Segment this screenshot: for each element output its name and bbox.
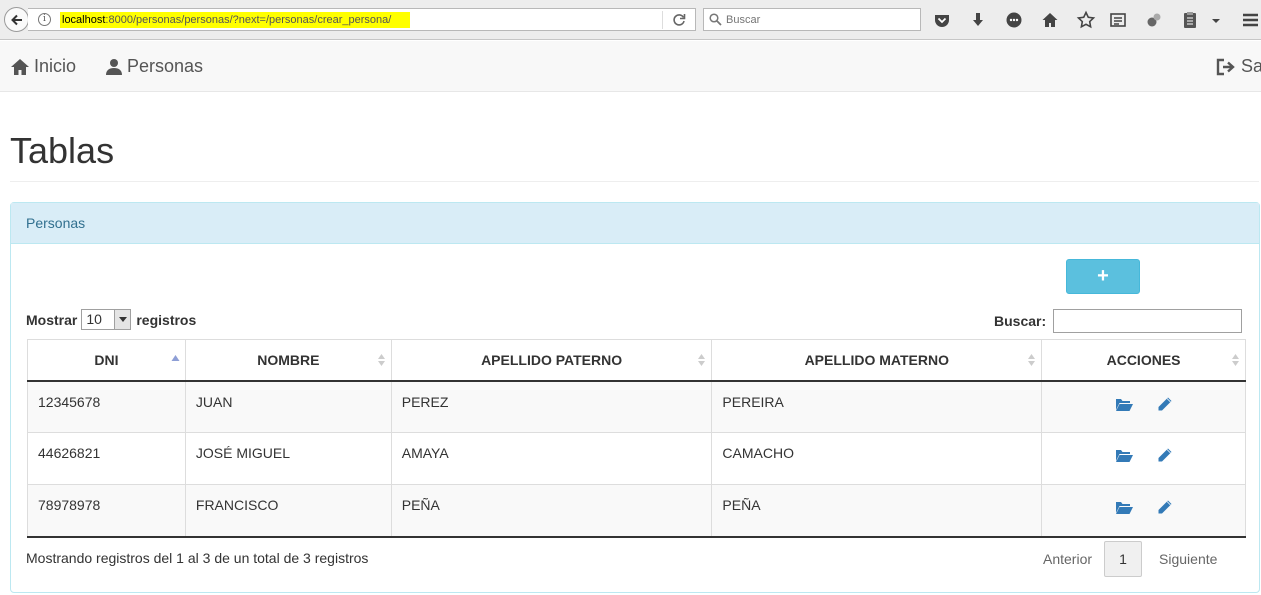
nav-personas-link[interactable]: Personas — [105, 41, 203, 92]
pagination-page[interactable]: 1 — [1104, 541, 1143, 577]
menu-icon[interactable] — [1240, 10, 1260, 30]
cell-apellido-materno: CAMACHO — [711, 432, 1043, 485]
user-icon — [106, 58, 122, 75]
logout-icon — [1216, 58, 1235, 75]
column-header-label: APELLIDO PATERNO — [481, 351, 623, 368]
sort-ascending-icon — [171, 355, 180, 361]
column-header-dni[interactable]: DNI — [27, 339, 186, 382]
browser-search-box[interactable] — [703, 8, 921, 31]
sort-both-icon — [1028, 354, 1036, 366]
open-folder-icon[interactable] — [1115, 447, 1133, 466]
filter-label: Buscar: — [994, 313, 1047, 329]
pocket-icon[interactable] — [932, 10, 952, 30]
info-icon[interactable]: i — [38, 13, 51, 26]
table-search-input[interactable] — [1053, 309, 1243, 333]
column-header-apellido-materno[interactable]: APELLIDO MATERNO — [711, 339, 1043, 382]
table-header-row: DNI NOMBRE APELLIDO PATERNO APELLIDO MAT… — [27, 339, 1246, 382]
cell-dni: 44626821 — [27, 432, 186, 485]
reading-list-icon[interactable] — [1108, 10, 1128, 30]
extension-icon[interactable] — [1144, 10, 1164, 30]
dropdown-arrow-icon[interactable] — [1208, 10, 1228, 30]
cell-apellido-paterno: AMAYA — [390, 432, 713, 485]
browser-toolbar: i localhost:8000/personas/personas/?next… — [0, 0, 1261, 40]
chevron-down-icon — [119, 317, 128, 322]
add-person-button[interactable]: + — [1066, 259, 1140, 294]
personas-table: DNI NOMBRE APELLIDO PATERNO APELLIDO MAT… — [27, 339, 1246, 538]
cell-apellido-materno: PEÑA — [711, 484, 1043, 538]
pagination-previous[interactable]: Anterior — [1031, 551, 1104, 567]
download-icon[interactable] — [968, 10, 988, 30]
nav-logout-label: Sa — [1241, 56, 1261, 76]
column-header-label: APELLIDO MATERNO — [804, 351, 949, 368]
column-header-label: NOMBRE — [257, 351, 320, 368]
clipboard-icon[interactable] — [1180, 10, 1200, 30]
search-icon — [709, 13, 722, 26]
table-row: 44626821 JOSÉ MIGUEL AMAYA CAMACHO — [27, 432, 1246, 485]
cell-acciones — [1041, 432, 1246, 485]
cell-acciones — [1041, 380, 1246, 433]
edit-pencil-icon[interactable] — [1157, 396, 1173, 415]
sort-both-icon — [1232, 354, 1239, 366]
select-arrow — [114, 310, 131, 329]
back-button[interactable] — [4, 7, 29, 32]
column-header-apellido-paterno[interactable]: APELLIDO PATERNO — [390, 339, 713, 382]
length-control: Mostrar 10 registros — [26, 309, 196, 330]
title-divider — [10, 181, 1259, 182]
reload-icon[interactable] — [670, 11, 688, 29]
address-bar[interactable]: i localhost:8000/personas/personas/?next… — [28, 8, 696, 31]
cell-acciones — [1041, 484, 1246, 538]
table-row: 12345678 JUAN PEREZ PEREIRA — [27, 380, 1246, 433]
cell-nombre: FRANCISCO — [184, 484, 392, 538]
personas-panel: Personas + Mostrar 10 registros Buscar: … — [10, 202, 1260, 593]
chat-icon[interactable] — [1004, 10, 1024, 30]
edit-pencil-icon[interactable] — [1157, 447, 1173, 466]
cell-apellido-paterno: PEREZ — [390, 380, 713, 433]
cell-dni: 12345678 — [27, 380, 186, 433]
sort-both-icon — [377, 354, 385, 366]
nav-personas-label: Personas — [127, 56, 204, 76]
url-text: localhost:8000/personas/personas/?next=/… — [60, 12, 410, 28]
column-header-label: ACCIONES — [1106, 351, 1181, 368]
panel-heading: Personas — [11, 203, 1259, 244]
edit-pencil-icon[interactable] — [1157, 499, 1173, 518]
cell-nombre: JUAN — [184, 380, 392, 433]
length-suffix: registros — [136, 311, 197, 328]
pagination: Anterior 1 Siguiente — [1031, 541, 1234, 577]
bookmark-star-icon[interactable] — [1076, 10, 1096, 30]
url-separator — [662, 11, 663, 29]
app-navbar: Inicio Personas Sa — [0, 41, 1261, 92]
cell-dni: 78978978 — [27, 484, 186, 538]
cell-apellido-materno: PEREIRA — [711, 380, 1043, 433]
table-row: 78978978 FRANCISCO PEÑA PEÑA — [27, 484, 1246, 538]
home-icon[interactable] — [1040, 10, 1060, 30]
column-header-nombre[interactable]: NOMBRE — [184, 339, 392, 382]
nav-home-label: Inicio — [34, 56, 77, 76]
browser-search-input[interactable] — [726, 12, 916, 27]
page-title: Tablas — [10, 130, 115, 171]
open-folder-icon[interactable] — [1115, 499, 1133, 518]
column-header-acciones[interactable]: ACCIONES — [1041, 339, 1246, 382]
cell-nombre: JOSÉ MIGUEL — [184, 432, 392, 485]
home-icon — [11, 58, 29, 75]
table-info: Mostrando registros del 1 al 3 de un tot… — [26, 550, 369, 566]
column-header-label: DNI — [94, 351, 119, 368]
back-arrow-icon — [11, 14, 22, 26]
open-folder-icon[interactable] — [1115, 396, 1133, 415]
length-value: 10 — [86, 311, 102, 327]
length-prefix: Mostrar — [26, 311, 78, 328]
filter-control: Buscar: — [994, 309, 1243, 333]
length-select[interactable]: 10 — [81, 309, 132, 330]
sort-both-icon — [698, 354, 706, 366]
nav-home-link[interactable]: Inicio — [10, 41, 76, 92]
pagination-next[interactable]: Siguiente — [1142, 551, 1234, 567]
cell-apellido-paterno: PEÑA — [390, 484, 713, 538]
nav-logout-link[interactable]: Sa — [1215, 41, 1261, 92]
